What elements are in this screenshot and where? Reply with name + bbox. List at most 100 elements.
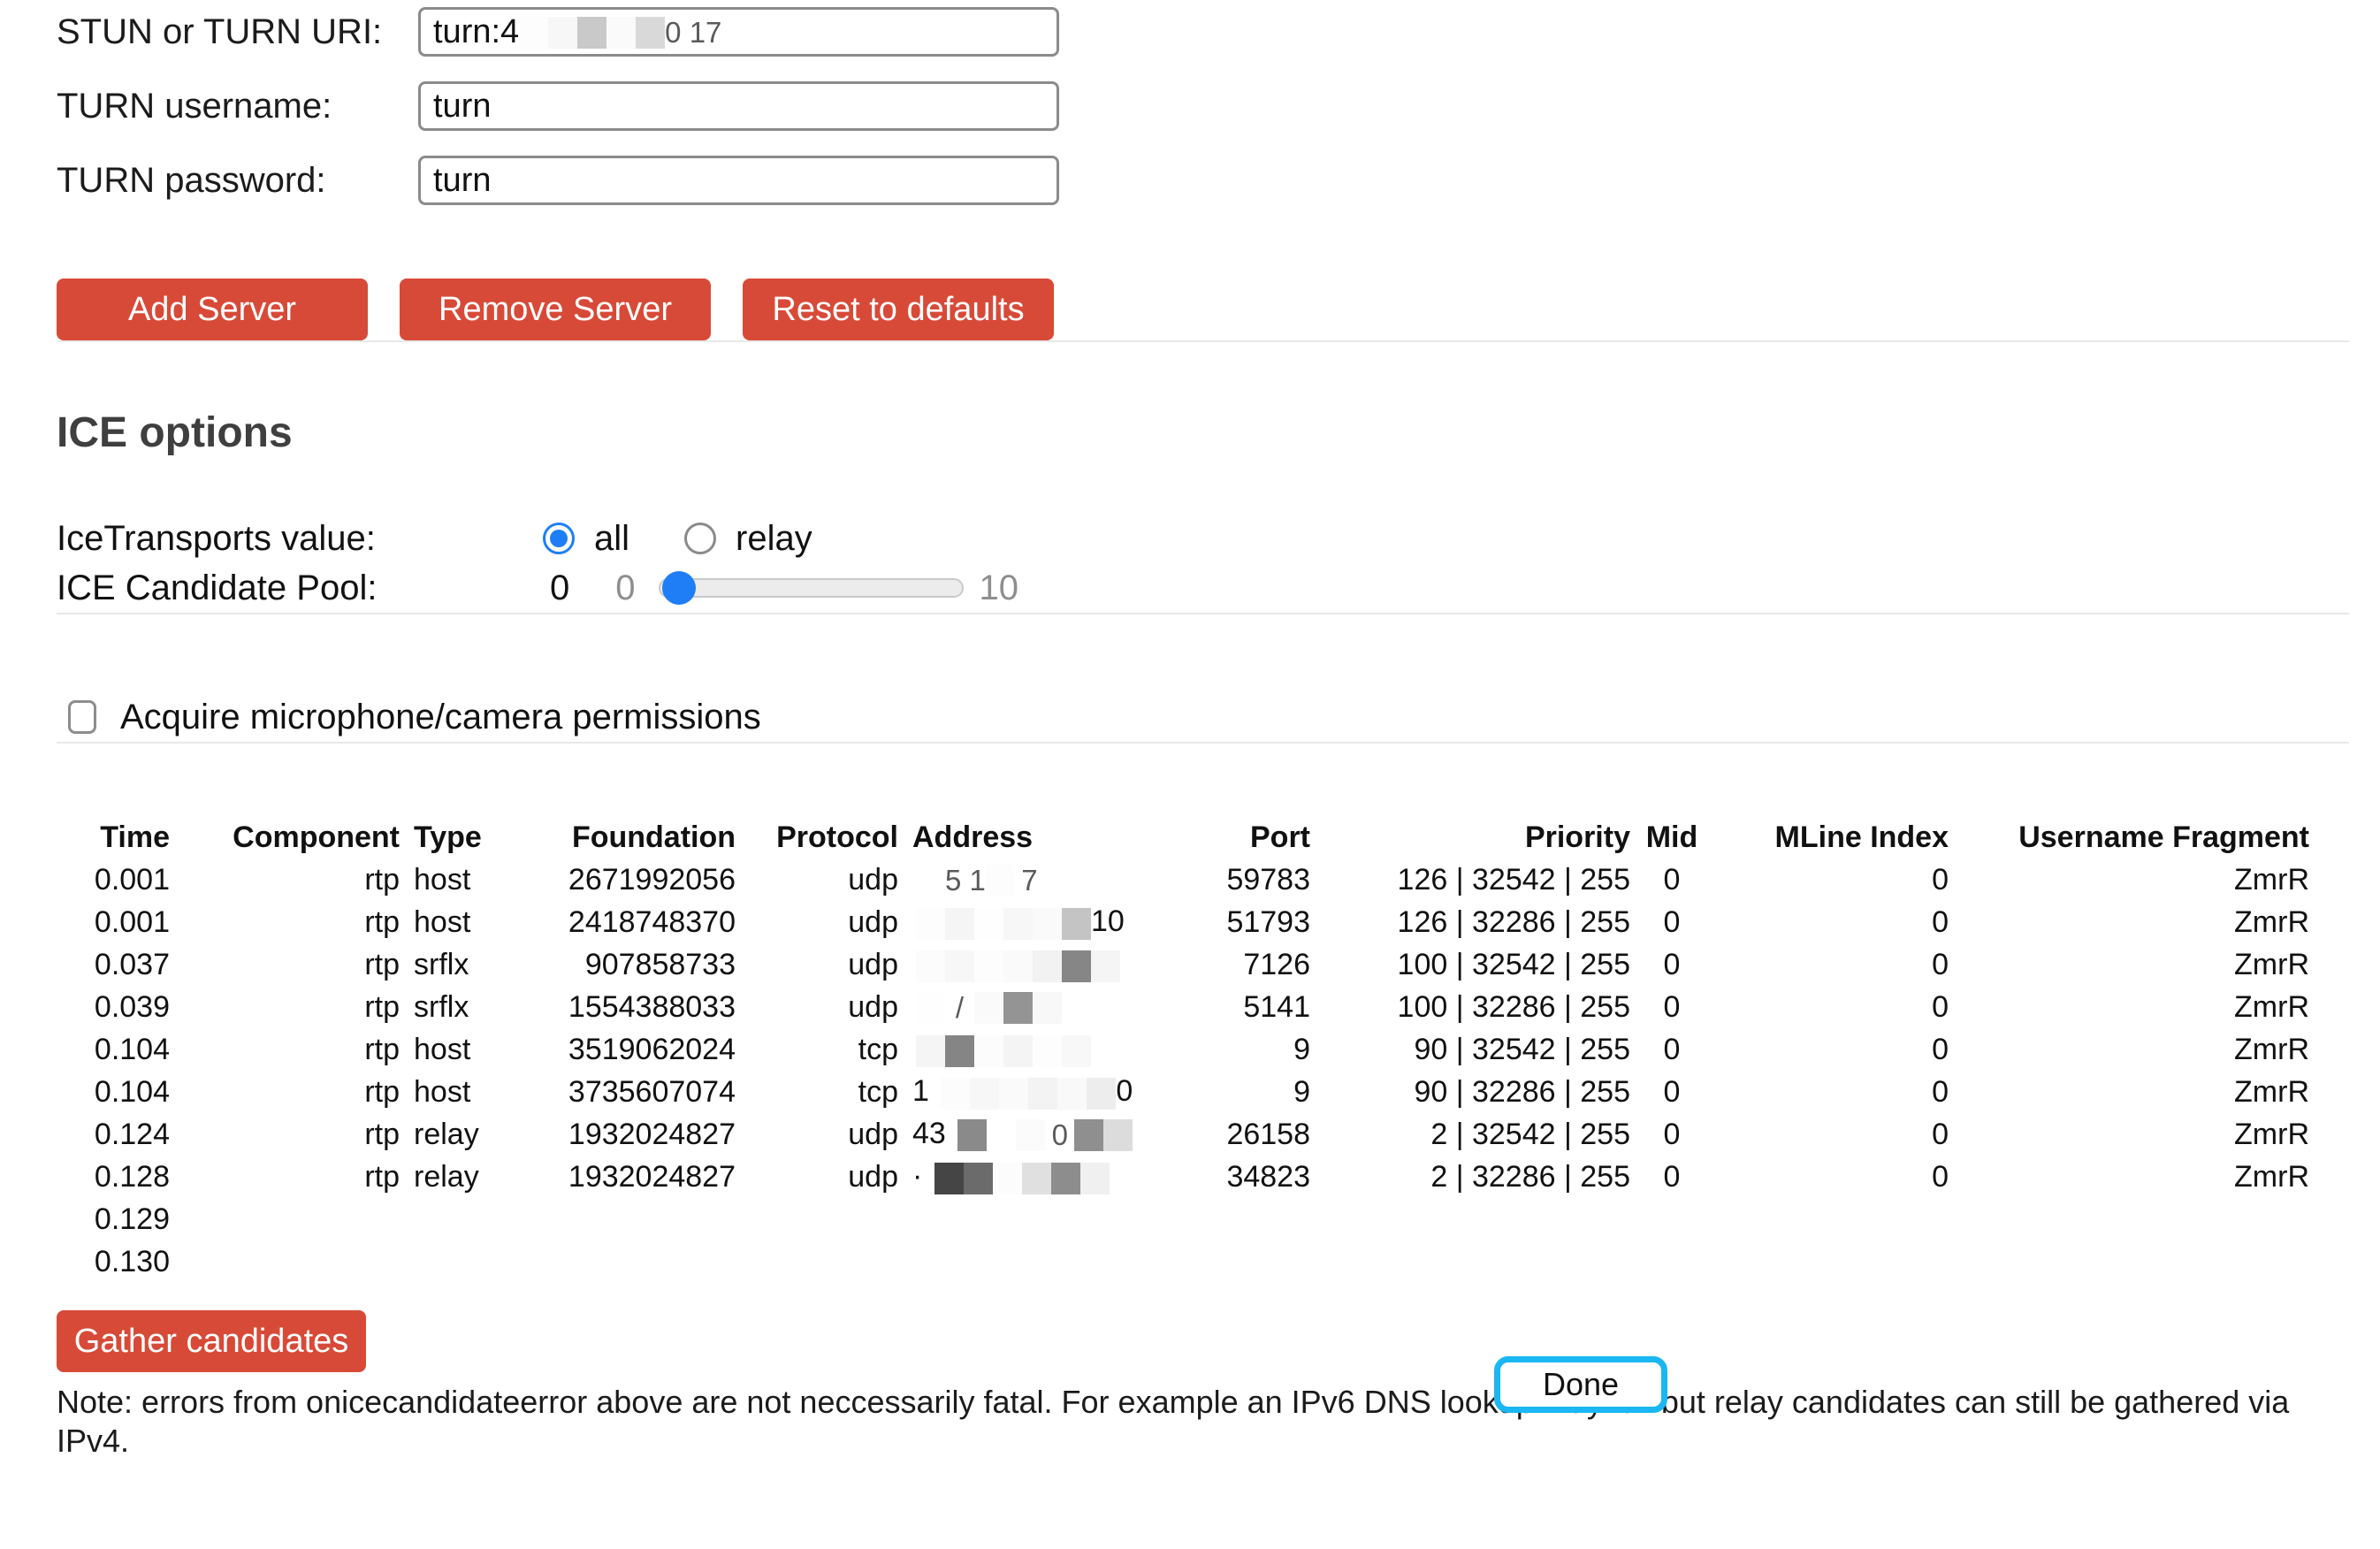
candidates-table: Time Component Type Foundation Protocol … [57, 816, 2316, 1283]
redaction-block [1033, 992, 1062, 1024]
redaction-block [916, 950, 945, 982]
slider-max-label: 10 [980, 568, 1019, 608]
cell-port: 5141 [1167, 986, 1317, 1028]
candidate-address-redacted: 43 0 [905, 1113, 1167, 1156]
cell-type [407, 1198, 530, 1240]
cell-mline: 0 [1706, 1113, 1956, 1156]
cell-port: 9 [1167, 1028, 1317, 1071]
cell-mid [1637, 1198, 1706, 1240]
gather-candidates-button[interactable]: Gather candidates [57, 1310, 366, 1372]
candidate-address-redacted: 5 17 [905, 858, 1167, 901]
cell-time: 0.104 [57, 1028, 177, 1071]
cell-foundation: 907858733 [530, 943, 743, 986]
slider-thumb[interactable] [662, 571, 696, 605]
form-row-password: TURN password: turn [57, 156, 2380, 205]
cell-priority: 2 | 32542 | 255 [1317, 1113, 1637, 1156]
cell-priority: 2 | 32286 | 255 [1317, 1156, 1637, 1198]
radio-all-label[interactable]: all [594, 519, 629, 559]
cell-component: rtp [177, 986, 407, 1028]
ice-candidate-pool-label: ICE Candidate Pool: [57, 568, 543, 608]
cell-component [177, 1240, 407, 1283]
candidate-row: 0.001rtphost2671992056udp5 1759783126 | … [57, 858, 2316, 901]
candidate-row: 0.037rtpsrflx907858733udp7126100 | 32542… [57, 943, 2316, 986]
divider [57, 742, 2349, 744]
cell-mline: 0 [1706, 1071, 1956, 1113]
redaction-block [945, 950, 974, 982]
turn-username-label: TURN username: [57, 87, 418, 126]
redaction-block [916, 1035, 945, 1067]
turn-password-input[interactable]: turn [418, 156, 1059, 205]
candidate-address-redacted [905, 1028, 1167, 1071]
redacted-text-fragment: 0 17 [665, 16, 721, 50]
cell-mid: 0 [1637, 1028, 1706, 1071]
cell-port [1167, 1240, 1317, 1283]
remove-server-button[interactable]: Remove Server [400, 279, 711, 340]
redaction-block [1057, 1078, 1087, 1110]
candidate-row: 0.001rtphost2418748370udp1051793126 | 32… [57, 901, 2316, 943]
reset-to-defaults-button[interactable]: Reset to defaults [743, 279, 1054, 340]
redaction-block [974, 992, 1003, 1024]
permissions-checkbox-label[interactable]: Acquire microphone/camera permissions [120, 698, 761, 737]
cell-ufrag: ZmrR [1956, 901, 2316, 943]
cell-type: host [407, 1028, 530, 1071]
cell-priority: 100 | 32286 | 255 [1317, 986, 1637, 1028]
cell-time: 0.001 [57, 858, 177, 901]
cell-time: 0.129 [57, 1198, 177, 1240]
cell-component: rtp [177, 943, 407, 986]
ice-candidate-pool-slider[interactable] [659, 578, 964, 598]
stun-turn-uri-label: STUN or TURN URI: [57, 12, 418, 52]
radio-relay[interactable] [684, 523, 716, 554]
redaction-block [1003, 1035, 1033, 1067]
cell-protocol [743, 1240, 905, 1283]
col-header-type: Type [407, 816, 530, 858]
col-header-time: Time [57, 816, 177, 858]
turn-username-input[interactable]: turn [418, 81, 1059, 131]
redaction-block [1051, 1163, 1080, 1194]
cell-foundation [530, 1198, 743, 1240]
redaction-block [993, 1163, 1022, 1194]
radio-relay-label[interactable]: relay [736, 519, 812, 559]
candidate-address-redacted [905, 943, 1167, 986]
cell-mid: 0 [1637, 901, 1706, 943]
candidate-address-redacted [905, 1240, 1167, 1283]
cell-type: host [407, 858, 530, 901]
cell-time: 0.124 [57, 1113, 177, 1156]
redaction-block [1022, 1163, 1051, 1194]
cell-priority [1317, 1240, 1637, 1283]
candidate-address-redacted: / [905, 986, 1167, 1028]
stun-turn-uri-input[interactable]: turn:40 17 [418, 7, 1059, 57]
cell-component: rtp [177, 858, 407, 901]
ice-transports-label: IceTransports value: [57, 519, 543, 559]
redaction-block [986, 865, 1015, 897]
col-header-mid: Mid [1637, 816, 1706, 858]
cell-priority [1317, 1198, 1637, 1240]
redaction-block [1091, 950, 1120, 982]
redacted-text-fragment: / [945, 991, 974, 1025]
cell-foundation: 3735607074 [530, 1071, 743, 1113]
candidate-row: 0.129 [57, 1198, 2316, 1240]
redaction-block [1062, 1035, 1091, 1067]
cell-component: rtp [177, 1028, 407, 1071]
redaction-block [1087, 1078, 1116, 1110]
turn-username-value: turn [433, 88, 491, 126]
cell-type: srflx [407, 943, 530, 986]
redaction-block [1033, 950, 1062, 982]
col-header-address: Address [905, 816, 1167, 858]
cell-ufrag [1956, 1198, 2316, 1240]
redaction-block [1028, 1078, 1057, 1110]
cell-port: 59783 [1167, 858, 1317, 901]
candidate-row: 0.104rtphost3519062024tcp990 | 32542 | 2… [57, 1028, 2316, 1071]
cell-mid: 0 [1637, 1071, 1706, 1113]
redaction-block [987, 1119, 1016, 1151]
redaction-block [945, 1035, 974, 1067]
cell-mline [1706, 1198, 1956, 1240]
permissions-checkbox[interactable] [68, 700, 96, 734]
cell-mid: 0 [1637, 943, 1706, 986]
cell-foundation: 1932024827 [530, 1156, 743, 1198]
add-server-button[interactable]: Add Server [57, 279, 368, 340]
radio-all[interactable] [543, 523, 575, 554]
divider [57, 340, 2349, 342]
redaction-block [916, 908, 945, 940]
cell-protocol: udp [743, 1156, 905, 1198]
cell-time: 0.104 [57, 1071, 177, 1113]
